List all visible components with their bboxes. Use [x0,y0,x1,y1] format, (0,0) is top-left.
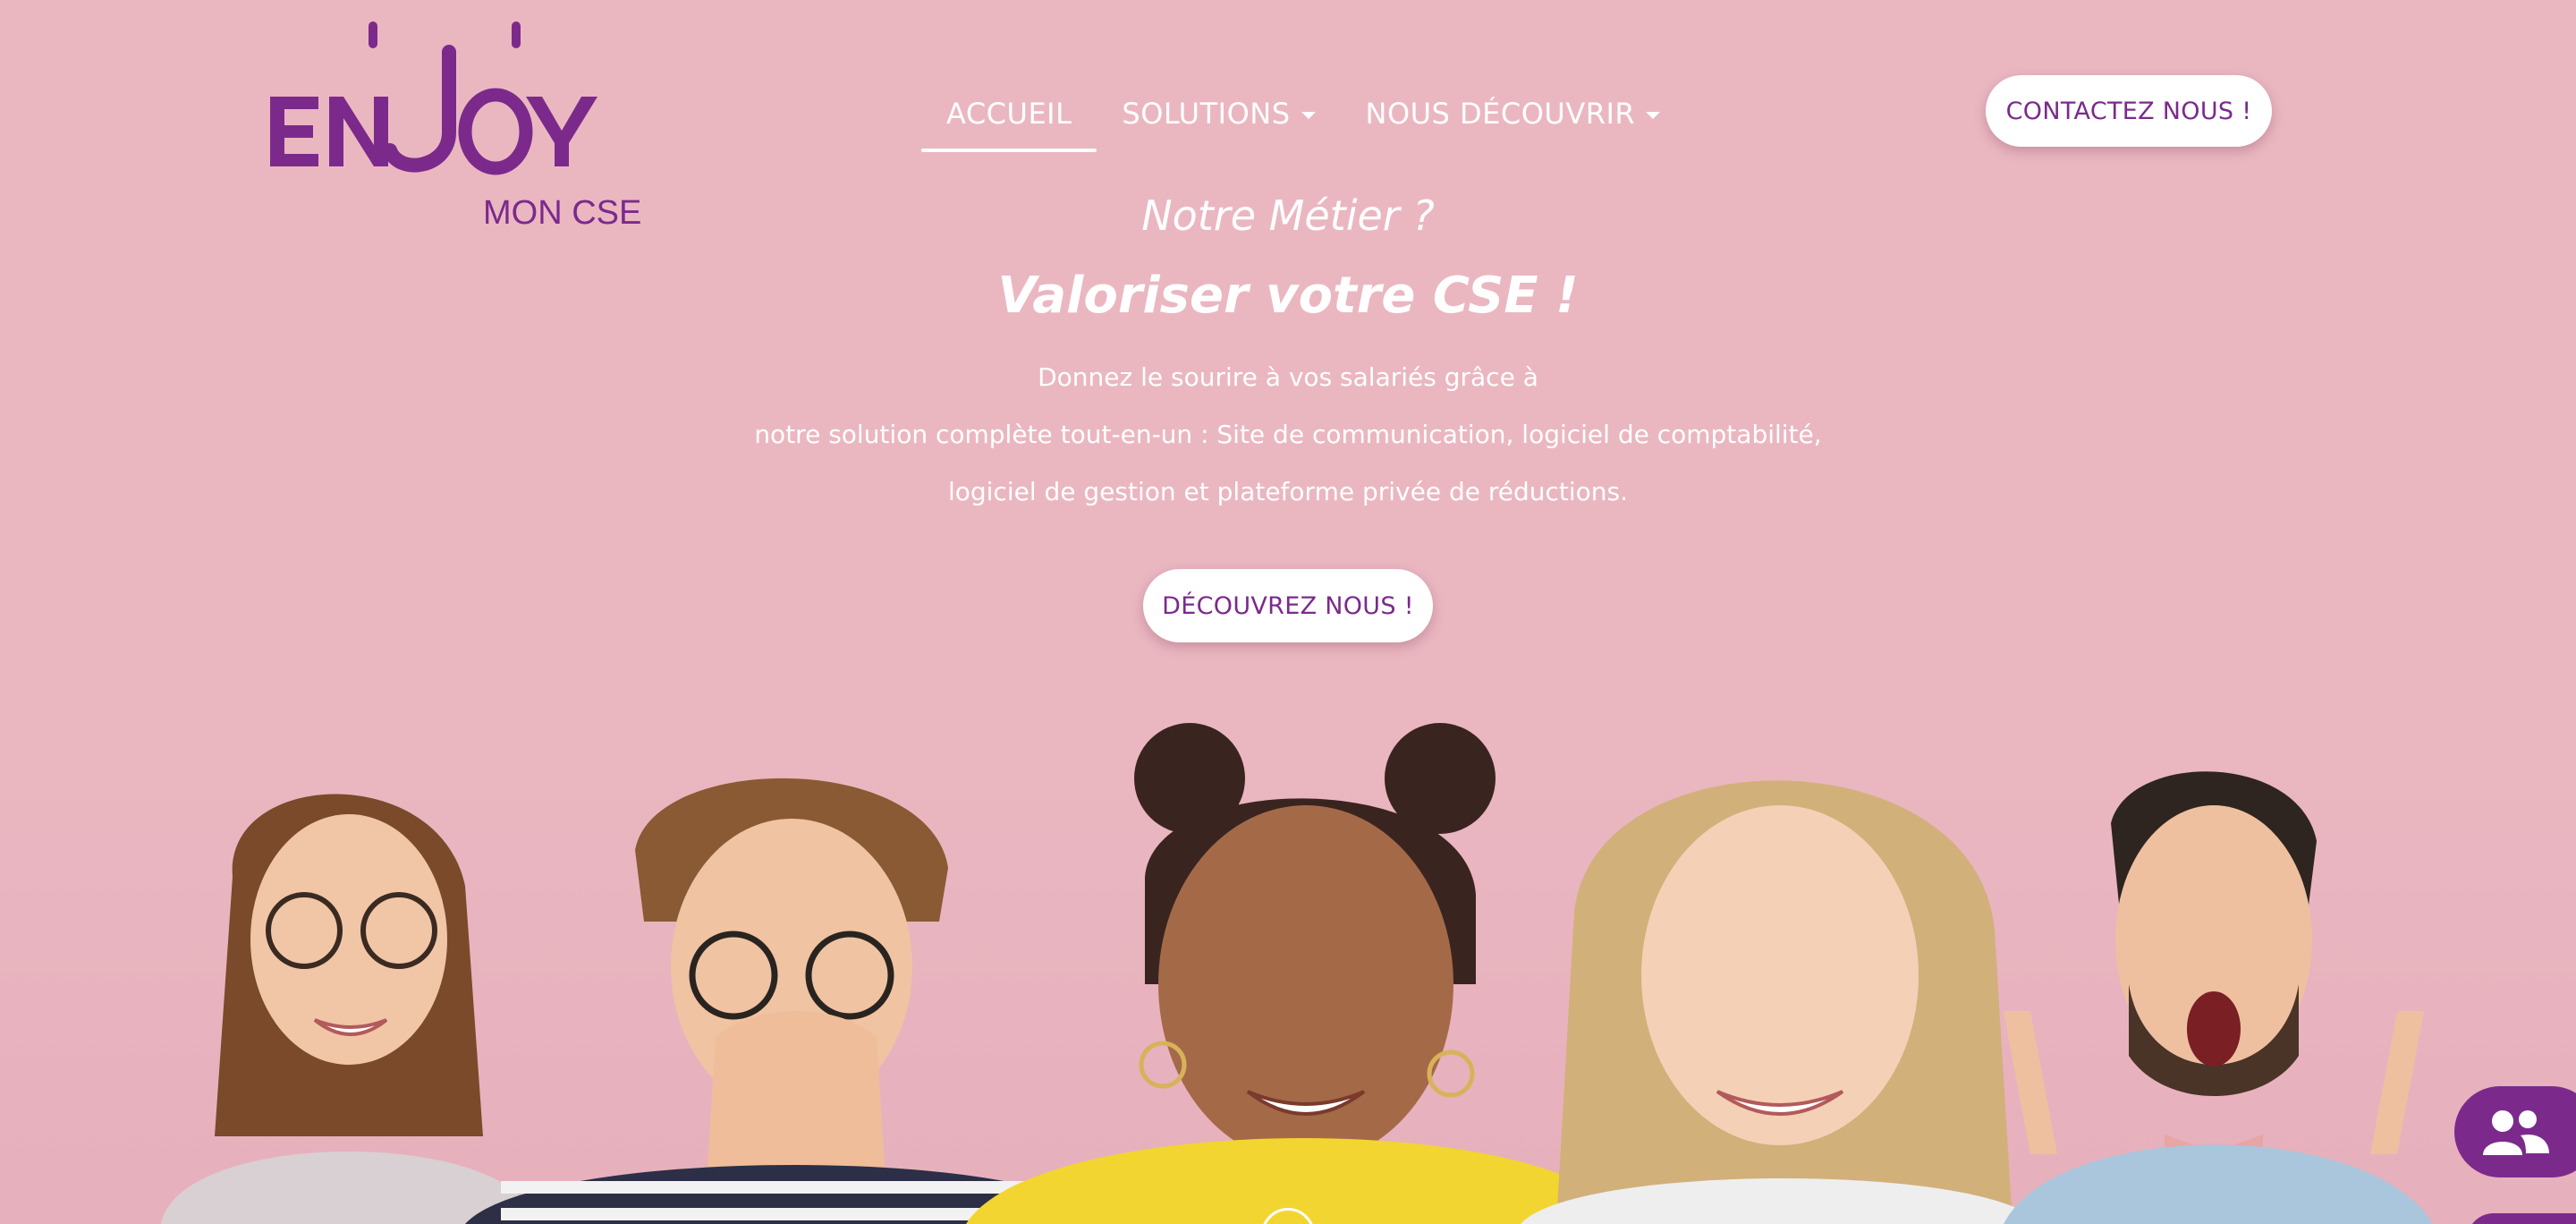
nav-item-label: SOLUTIONS [1122,97,1291,131]
hero-kicker: Notre Métier ? [1141,191,1435,240]
caret-down-icon [1646,111,1661,119]
hero-people-photo [0,716,2576,1224]
secondary-widget-button[interactable] [2467,1213,2576,1224]
nav-item-label: NOUS DÉCOUVRIR [1365,97,1636,131]
hero-description: Donnez le sourire à vos salariés grâce à… [0,349,2576,521]
discover-button[interactable]: DÉCOUVREZ NOUS ! [1143,569,1433,642]
main-nav: ACCUEIL SOLUTIONS NOUS DÉCOUVRIR [921,82,1685,152]
community-widget-button[interactable] [2454,1086,2576,1177]
page: MON CSE ACCUEIL SOLUTIONS NOUS DÉCOUVRIR… [0,0,2576,1224]
nav-item-nous-decouvrir[interactable]: NOUS DÉCOUVRIR [1341,82,1686,152]
nav-item-accueil[interactable]: ACCUEIL [921,82,1097,152]
hero-line: logiciel de gestion et plateforme privée… [947,477,1629,506]
hero-line: notre solution complète tout-en-un : Sit… [754,420,1822,449]
users-icon [2483,1110,2549,1155]
hero-line: Donnez le sourire à vos salariés grâce à [1038,362,1538,392]
nav-item-solutions[interactable]: SOLUTIONS [1097,82,1340,152]
caret-down-icon [1301,111,1316,119]
hero-section: Notre Métier ? Valoriser votre CSE ! Don… [0,188,2576,521]
nav-item-label: ACCUEIL [946,97,1072,131]
hero-title: Valoriser votre CSE ! [997,267,1579,325]
contact-button[interactable]: CONTACTEZ NOUS ! [1986,75,2272,147]
